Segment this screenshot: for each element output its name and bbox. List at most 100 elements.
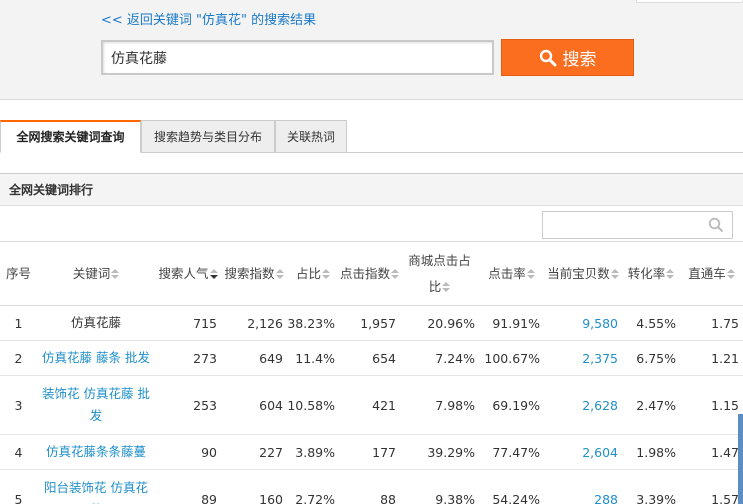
col-rank: 序号: [0, 241, 37, 306]
col-keyword[interactable]: 关键词: [37, 241, 155, 306]
sort-icon[interactable]: [442, 281, 451, 293]
cell-ztc: 1.57: [680, 469, 743, 504]
sort-icon[interactable]: [322, 268, 330, 280]
cell-popularity: 90: [155, 434, 221, 470]
cell-mall: 7.98%: [400, 375, 479, 435]
col-items[interactable]: 当前宝贝数: [544, 241, 622, 306]
sort-icon[interactable]: [275, 268, 284, 280]
cell-mall: 7.24%: [400, 340, 479, 376]
search-button[interactable]: 搜索: [501, 39, 634, 76]
top-stub: [636, 0, 743, 3]
cell-popularity: 89: [155, 469, 221, 504]
table-row: 4 仿真花藤条条藤蔓 90 227 3.89% 177 39.29% 77.47…: [0, 434, 743, 470]
cell-items-link[interactable]: 2,628: [544, 375, 622, 435]
search-input[interactable]: [103, 42, 492, 73]
cell-clicks: 88: [339, 469, 400, 504]
cell-clicks: 654: [339, 340, 400, 376]
sort-icon[interactable]: [391, 268, 399, 280]
cell-share: 38.23%: [287, 305, 339, 341]
tab-bar: 全网搜索关键词查询 搜索趋势与类目分布 关联热词: [0, 120, 743, 153]
cell-items-link[interactable]: 288: [544, 469, 622, 504]
cell-ctr: 91.91%: [479, 305, 544, 341]
tab-search-trend[interactable]: 搜索趋势与类目分布: [141, 120, 275, 153]
cell-share: 3.89%: [287, 434, 339, 470]
cell-keyword-link[interactable]: 仿真花藤 藤条 批发: [37, 340, 155, 376]
cell-keyword-link[interactable]: 仿真花藤条条藤蔓: [37, 434, 155, 470]
cell-popularity: 253: [155, 375, 221, 435]
cell-items-link[interactable]: 2,375: [544, 340, 622, 376]
cell-index: 160: [221, 469, 287, 504]
ranking-panel: 全网关键词排行 序号 关键词 搜索人气 搜索指数 占比 点击指数 商城点击占比 …: [0, 173, 743, 504]
cell-share: 2.72%: [287, 469, 339, 504]
cell-share: 11.4%: [287, 340, 339, 376]
table-row: 3 装饰花 仿真花藤 批发 253 604 10.58% 421 7.98% 6…: [0, 375, 743, 435]
cell-rank: 1: [0, 305, 37, 341]
sort-icon[interactable]: [666, 268, 675, 280]
cell-ctr: 69.19%: [479, 375, 544, 435]
cell-ztc: 1.21: [680, 340, 743, 376]
cell-conversion: 6.75%: [622, 340, 680, 376]
col-index[interactable]: 搜索指数: [221, 241, 287, 306]
cell-keyword-link[interactable]: 装饰花 仿真花藤 批发: [37, 375, 155, 435]
cell-mall: 39.29%: [400, 434, 479, 470]
col-popularity[interactable]: 搜索人气: [155, 241, 221, 306]
scrollbar[interactable]: [738, 414, 743, 504]
cell-ctr: 77.47%: [479, 434, 544, 470]
sort-icon[interactable]: [610, 268, 619, 280]
cell-conversion: 3.39%: [622, 469, 680, 504]
keyword-table: 序号 关键词 搜索人气 搜索指数 占比 点击指数 商城点击占比 点击率 当前宝贝…: [0, 241, 743, 504]
cell-clicks: 177: [339, 434, 400, 470]
panel-title: 全网关键词排行: [0, 174, 743, 206]
cell-index: 227: [221, 434, 287, 470]
search-header: << 返回关键词 "仿真花" 的搜索结果 搜索: [0, 0, 743, 100]
cell-clicks: 1,957: [339, 305, 400, 341]
search-icon: [539, 49, 556, 66]
col-share[interactable]: 占比: [287, 241, 339, 306]
table-header-row: 序号 关键词 搜索人气 搜索指数 占比 点击指数 商城点击占比 点击率 当前宝贝…: [0, 241, 743, 306]
col-conversion[interactable]: 转化率: [622, 241, 680, 306]
col-clicks[interactable]: 点击指数: [339, 241, 400, 306]
table-row: 2 仿真花藤 藤条 批发 273 649 11.4% 654 7.24% 100…: [0, 340, 743, 376]
cell-conversion: 4.55%: [622, 305, 680, 341]
cell-ztc: 1.15: [680, 375, 743, 435]
tab-related-words[interactable]: 关联热词: [275, 120, 347, 153]
cell-index: 604: [221, 375, 287, 435]
cell-popularity: 273: [155, 340, 221, 376]
sort-icon[interactable]: [526, 268, 535, 280]
cell-conversion: 1.98%: [622, 434, 680, 470]
col-ztc[interactable]: 直通车: [680, 241, 743, 306]
cell-index: 649: [221, 340, 287, 376]
cell-conversion: 2.47%: [622, 375, 680, 435]
sort-icon[interactable]: [726, 268, 735, 280]
cell-mall: 9.38%: [400, 469, 479, 504]
sort-icon[interactable]: [111, 268, 120, 280]
cell-items-link[interactable]: 2,604: [544, 434, 622, 470]
table-row: 5 阳台装饰花 仿真花藤 89 160 2.72% 88 9.38% 54.24…: [0, 469, 743, 504]
cell-keyword: 仿真花藤: [37, 305, 155, 341]
cell-ctr: 100.67%: [479, 340, 544, 376]
back-to-results-link[interactable]: << 返回关键词 "仿真花" 的搜索结果: [101, 9, 316, 28]
cell-clicks: 421: [339, 375, 400, 435]
table-row: 1 仿真花藤 715 2,126 38.23% 1,957 20.96% 91.…: [0, 305, 743, 341]
cell-ztc: 1.47: [680, 434, 743, 470]
cell-rank: 5: [0, 469, 37, 504]
cell-index: 2,126: [221, 305, 287, 341]
cell-ztc: 1.75: [680, 305, 743, 341]
cell-items-link[interactable]: 9,580: [544, 305, 622, 341]
filter-box[interactable]: [542, 211, 733, 239]
cell-ctr: 54.24%: [479, 469, 544, 504]
cell-rank: 4: [0, 434, 37, 470]
tab-keyword-query[interactable]: 全网搜索关键词查询: [0, 120, 141, 153]
search-box[interactable]: [101, 40, 494, 75]
cell-share: 10.58%: [287, 375, 339, 435]
cell-rank: 3: [0, 375, 37, 435]
search-button-label: 搜索: [562, 50, 597, 70]
cell-mall: 20.96%: [400, 305, 479, 341]
cell-keyword-link[interactable]: 阳台装饰花 仿真花藤: [37, 469, 155, 504]
col-ctr[interactable]: 点击率: [479, 241, 544, 306]
cell-rank: 2: [0, 340, 37, 376]
col-mall-click-share[interactable]: 商城点击占比: [400, 241, 479, 306]
sort-desc-icon[interactable]: [209, 268, 218, 280]
cell-popularity: 715: [155, 305, 221, 341]
search-icon[interactable]: [708, 217, 724, 233]
